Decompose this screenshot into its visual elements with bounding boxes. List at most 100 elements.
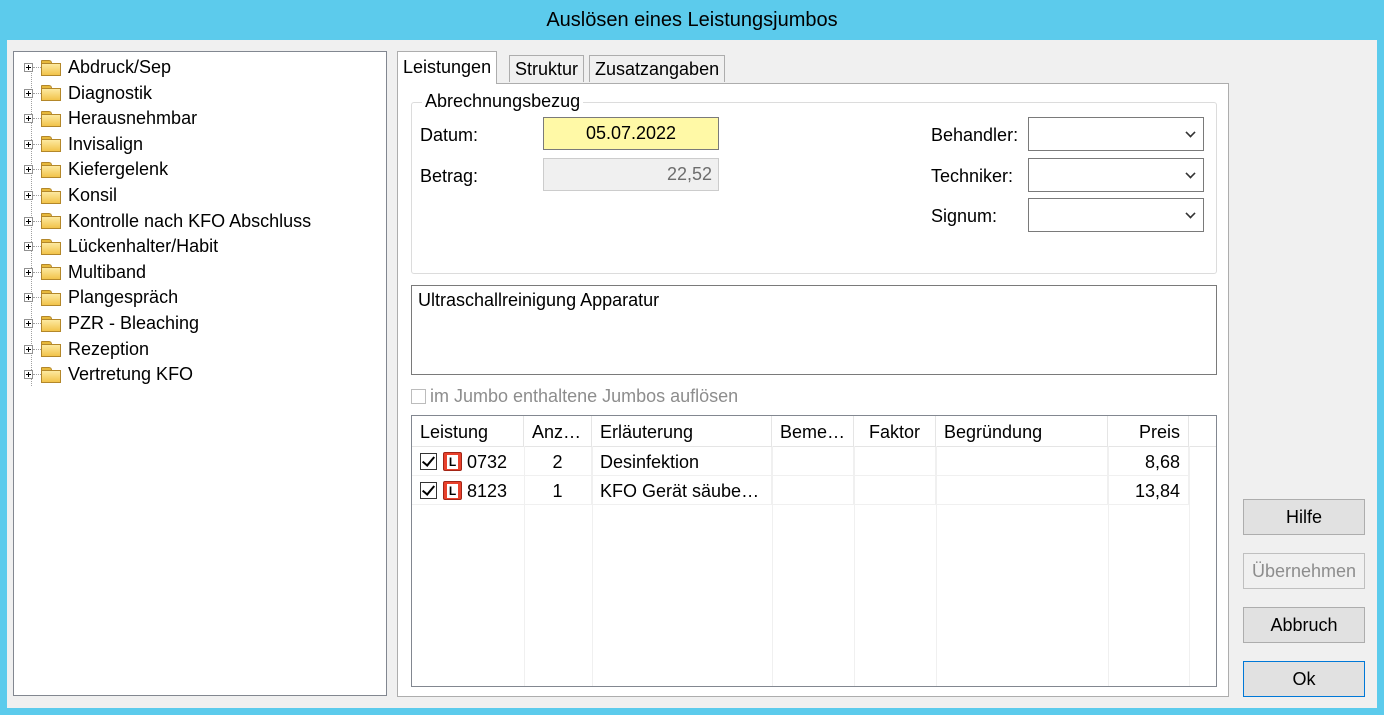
tab-struktur[interactable]: Struktur (509, 55, 585, 82)
expand-plus-icon[interactable] (24, 344, 33, 354)
expand-plus-icon[interactable] (24, 370, 33, 380)
expand-plus-icon[interactable] (24, 293, 33, 303)
expand-plus-icon[interactable] (24, 114, 33, 124)
tree-connector (33, 374, 41, 376)
tree-item-label: Invisalign (68, 133, 144, 154)
cell-remark (772, 476, 854, 504)
tree-item-label: Abdruck/Sep (68, 57, 172, 77)
billing-groupbox: Abrechnungsbezug Datum: 05.07.2022 Betra… (411, 91, 1217, 274)
grid-header: Leistung Anz… Erläuterung Beme… Faktor B… (412, 416, 1216, 447)
date-label: Datum: (420, 125, 479, 145)
cell-price: 8,68 (1108, 447, 1189, 475)
folder-icon (41, 161, 61, 178)
tree-item[interactable]: Plangespräch (24, 285, 178, 310)
jumbo-category-tree[interactable]: Abdruck/Sep Diagnostik Herausnehmbar Invisa… (13, 51, 387, 696)
tree-item[interactable]: Invisalign (24, 132, 143, 157)
tree-item[interactable]: Vertretung KFO (24, 362, 193, 387)
expand-plus-icon[interactable] (24, 191, 33, 200)
tree-item-label: Plangespräch (68, 287, 179, 308)
tab-zusatzangaben[interactable]: Zusatzangaben (589, 55, 726, 82)
billing-group-title: Abrechnungsbezug (422, 91, 584, 112)
cell-price: 13,84 (1108, 476, 1189, 504)
chevron-down-icon (1185, 127, 1196, 138)
folder-icon (41, 59, 61, 76)
expand-plus-icon[interactable] (24, 63, 33, 72)
tree-item[interactable]: PZR - Bleaching (24, 311, 199, 336)
folder-icon (41, 187, 61, 204)
cell-code: 8123 (467, 481, 508, 501)
tree-item[interactable]: Herausnehmbar (24, 106, 197, 131)
tree-connector (33, 297, 41, 299)
tree-connector (33, 246, 41, 248)
expand-plus-icon[interactable] (24, 267, 33, 277)
tree-item[interactable]: Lückenhalter/Habit (24, 234, 218, 259)
date-input[interactable]: 05.07.2022 (543, 117, 719, 150)
ok-button[interactable]: Ok (1243, 661, 1365, 697)
tree-item[interactable]: Diagnostik (24, 81, 152, 106)
col-header-bemerkung[interactable]: Beme… (772, 416, 854, 446)
tree-item-label: Rezeption (68, 338, 150, 359)
tree-item-label: Multiband (68, 261, 147, 282)
resolve-jumbos-checkbox[interactable]: im Jumbo enthaltene Jumbos auflösen (411, 386, 738, 407)
tree-item[interactable]: Konsil (24, 183, 117, 208)
tab-leistungen[interactable]: Leistungen (397, 51, 498, 84)
service-type-icon: L (443, 452, 462, 471)
folder-icon (41, 264, 61, 281)
expand-plus-icon[interactable] (24, 88, 33, 98)
behandler-label: Behandler: (931, 125, 1019, 145)
tree-connector (33, 220, 41, 222)
tree-item-label: Diagnostik (68, 82, 153, 103)
table-row[interactable]: L 8123 1 KFO Gerät säube… 13,84 (412, 476, 1189, 505)
checkbox-box[interactable] (411, 389, 426, 404)
signum-select[interactable] (1028, 198, 1204, 232)
grid-line (1189, 446, 1190, 686)
tab-panel-leistungen: Abrechnungsbezug Datum: 05.07.2022 Betra… (397, 83, 1229, 697)
services-grid[interactable]: Leistung Anz… Erläuterung Beme… Faktor B… (411, 415, 1217, 687)
tree-item[interactable]: Rezeption (24, 337, 149, 362)
expand-plus-icon[interactable] (24, 242, 33, 252)
apply-button[interactable]: Übernehmen (1243, 553, 1365, 589)
chevron-down-icon (1185, 208, 1196, 219)
cell-factor (854, 476, 936, 504)
tree-connector (33, 323, 41, 324)
folder-icon (41, 341, 61, 358)
folder-icon (41, 213, 61, 230)
tree-connector (33, 169, 41, 171)
tree-item-label: Vertretung KFO (68, 364, 194, 385)
col-header-faktor[interactable]: Faktor (854, 416, 936, 446)
expand-plus-icon[interactable] (24, 216, 33, 226)
col-header-leistung[interactable]: Leistung (412, 416, 524, 446)
tree-connector (33, 92, 41, 94)
amount-label: Betrag: (420, 166, 479, 186)
col-header-erlaeuterung[interactable]: Erläuterung (592, 416, 772, 446)
col-header-begruendung[interactable]: Begründung (936, 416, 1108, 446)
description-textarea[interactable]: Ultraschallreinigung Apparatur (411, 285, 1217, 375)
behandler-select[interactable] (1028, 117, 1204, 151)
chevron-down-icon (1185, 168, 1196, 179)
tree-item-label: Herausnehmbar (68, 108, 198, 129)
tree-connector (33, 348, 41, 350)
help-button[interactable]: Hilfe (1243, 499, 1365, 535)
tree-item[interactable]: Abdruck/Sep (24, 55, 171, 80)
service-type-letter: L (446, 484, 459, 498)
tree-connector (33, 271, 41, 273)
row-checkbox[interactable] (420, 482, 437, 499)
cell-reason (936, 476, 1108, 504)
expand-plus-icon[interactable] (24, 139, 33, 149)
col-header-anzahl[interactable]: Anz… (524, 416, 592, 446)
tree-item[interactable]: Multiband (24, 260, 146, 285)
folder-icon (41, 366, 61, 383)
cancel-button[interactable]: Abbruch (1243, 607, 1365, 643)
tree-item[interactable]: Kontrolle nach KFO Abschluss (24, 209, 311, 234)
expand-plus-icon[interactable] (24, 319, 33, 328)
cell-explanation: KFO Gerät säube… (592, 476, 772, 504)
col-header-preis[interactable]: Preis (1108, 416, 1189, 446)
folder-icon (41, 238, 61, 255)
row-checkbox[interactable] (420, 453, 437, 470)
tree-item-label: Kontrolle nach KFO Abschluss (68, 210, 312, 231)
techniker-select[interactable] (1028, 158, 1204, 192)
cell-code: 0732 (467, 452, 508, 472)
expand-plus-icon[interactable] (24, 165, 33, 175)
tree-item[interactable]: Kiefergelenk (24, 157, 168, 182)
table-row[interactable]: L 0732 2 Desinfektion 8,68 (412, 447, 1189, 476)
